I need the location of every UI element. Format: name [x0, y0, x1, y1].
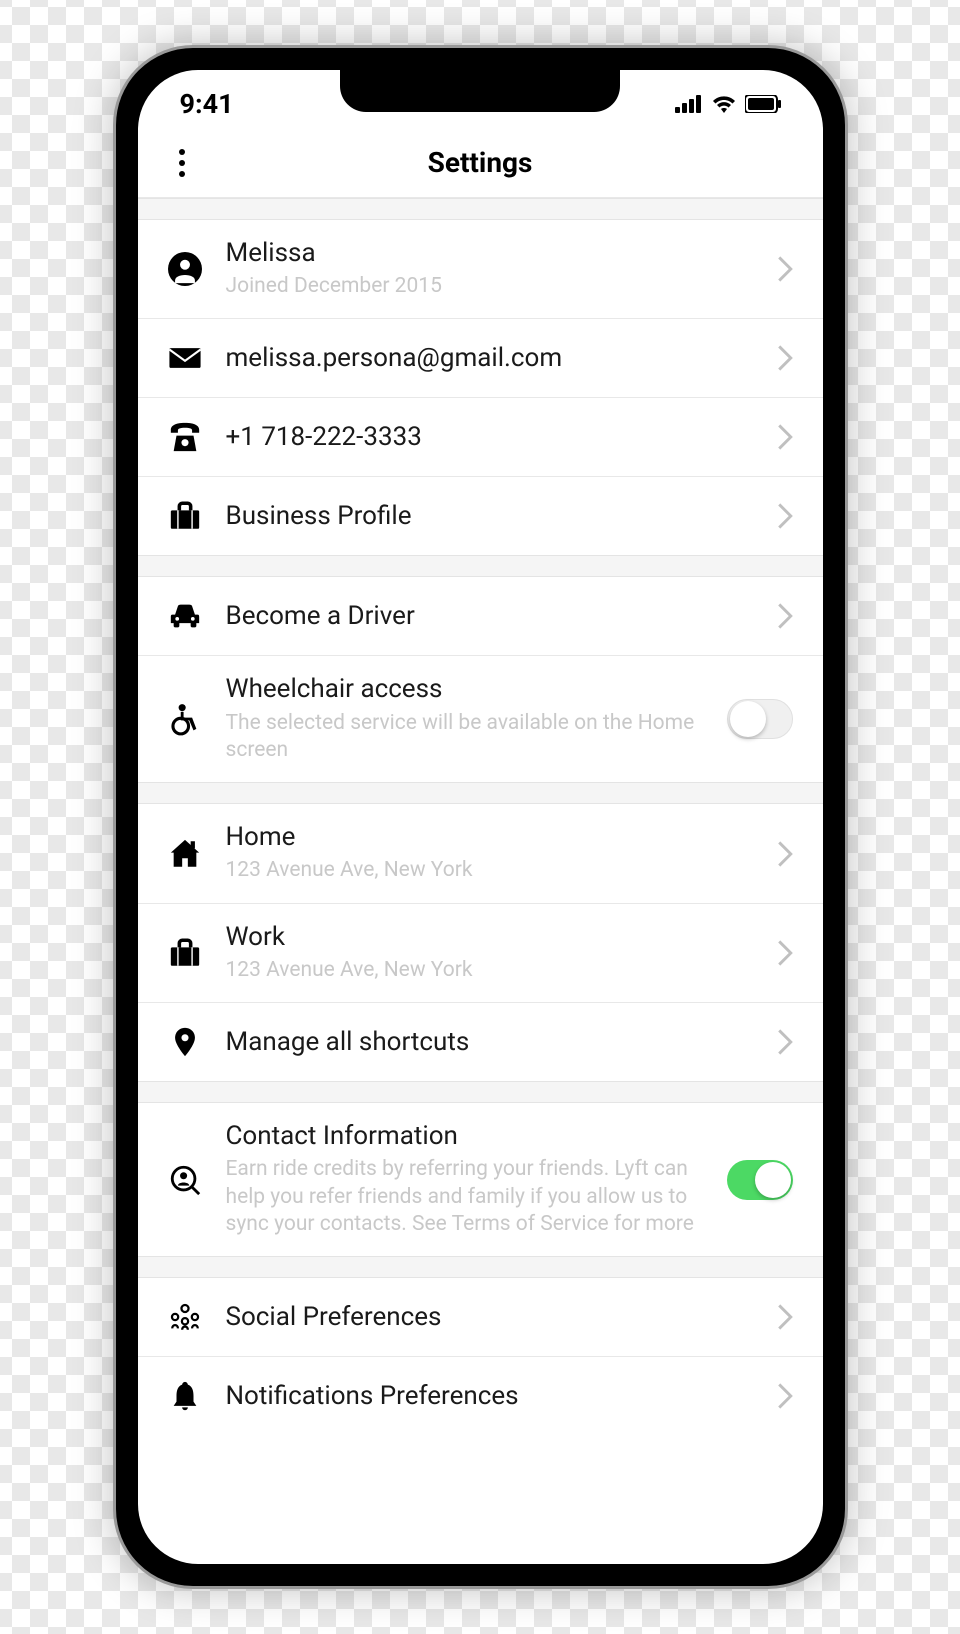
wheelchair-sub: The selected service will be available o…	[226, 710, 727, 765]
wifi-icon	[711, 95, 737, 113]
chevron-right-icon	[777, 1304, 793, 1330]
status-icons	[675, 95, 781, 113]
chevron-right-icon	[777, 1383, 793, 1409]
briefcase-icon	[168, 499, 202, 533]
briefcase-icon	[168, 936, 202, 970]
contact-info-label: Contact Information	[226, 1121, 727, 1152]
email-value: melissa.persona@gmail.com	[226, 343, 777, 374]
section-separator	[138, 782, 823, 804]
become-driver-label: Become a Driver	[226, 601, 777, 632]
contact-info-toggle[interactable]	[727, 1160, 793, 1200]
section-separator	[138, 198, 823, 220]
social-preferences-label: Social Preferences	[226, 1302, 777, 1333]
profile-row[interactable]: Melissa Joined December 2015	[138, 220, 823, 318]
phone-frame: 9:41 Settings Melissa Joined December 20…	[113, 45, 848, 1589]
work-address: 123 Avenue Ave, New York	[226, 957, 746, 984]
chevron-right-icon	[777, 503, 793, 529]
chevron-right-icon	[777, 841, 793, 867]
chevron-right-icon	[777, 345, 793, 371]
person-search-icon	[168, 1163, 202, 1197]
profile-joined: Joined December 2015	[226, 273, 746, 300]
work-label: Work	[226, 922, 777, 953]
house-icon	[168, 837, 202, 871]
wheelchair-icon	[168, 702, 202, 736]
phone-row[interactable]: +1 718-222-3333	[138, 397, 823, 476]
chevron-right-icon	[777, 256, 793, 282]
bell-icon	[168, 1379, 202, 1413]
chevron-right-icon	[777, 940, 793, 966]
status-time: 9:41	[180, 88, 234, 120]
phone-value: +1 718-222-3333	[226, 422, 777, 453]
business-profile-row[interactable]: Business Profile	[138, 476, 823, 555]
section-separator	[138, 1081, 823, 1103]
become-driver-row[interactable]: Become a Driver	[138, 577, 823, 655]
notifications-preferences-label: Notifications Preferences	[226, 1381, 777, 1412]
work-address-row[interactable]: Work 123 Avenue Ave, New York	[138, 903, 823, 1002]
car-icon	[168, 599, 202, 633]
home-address-row[interactable]: Home 123 Avenue Ave, New York	[138, 804, 823, 902]
cellular-icon	[675, 95, 703, 113]
email-row[interactable]: melissa.persona@gmail.com	[138, 318, 823, 397]
chevron-right-icon	[777, 1029, 793, 1055]
user-icon	[168, 252, 202, 286]
battery-icon	[745, 95, 781, 113]
contact-info-sub: Earn ride credits by referring your frie…	[226, 1156, 727, 1238]
page-title: Settings	[168, 146, 793, 179]
profile-name: Melissa	[226, 238, 777, 269]
screen: 9:41 Settings Melissa Joined December 20…	[138, 70, 823, 1564]
group-icon	[168, 1300, 202, 1334]
section-separator	[138, 1256, 823, 1278]
manage-shortcuts-label: Manage all shortcuts	[226, 1027, 777, 1058]
chevron-right-icon	[777, 424, 793, 450]
section-separator	[138, 555, 823, 577]
wheelchair-access-row: Wheelchair access The selected service w…	[138, 655, 823, 782]
notifications-preferences-row[interactable]: Notifications Preferences	[138, 1356, 823, 1435]
wheelchair-label: Wheelchair access	[226, 674, 727, 705]
manage-shortcuts-row[interactable]: Manage all shortcuts	[138, 1002, 823, 1081]
wheelchair-toggle[interactable]	[727, 699, 793, 739]
home-address: 123 Avenue Ave, New York	[226, 857, 746, 884]
envelope-icon	[168, 341, 202, 375]
home-label: Home	[226, 822, 777, 853]
telephone-icon	[168, 420, 202, 454]
app-header: Settings	[138, 128, 823, 198]
business-profile-label: Business Profile	[226, 501, 777, 532]
location-pin-icon	[168, 1025, 202, 1059]
notch	[340, 70, 620, 112]
chevron-right-icon	[777, 603, 793, 629]
contact-info-row: Contact Information Earn ride credits by…	[138, 1103, 823, 1256]
social-preferences-row[interactable]: Social Preferences	[138, 1278, 823, 1356]
